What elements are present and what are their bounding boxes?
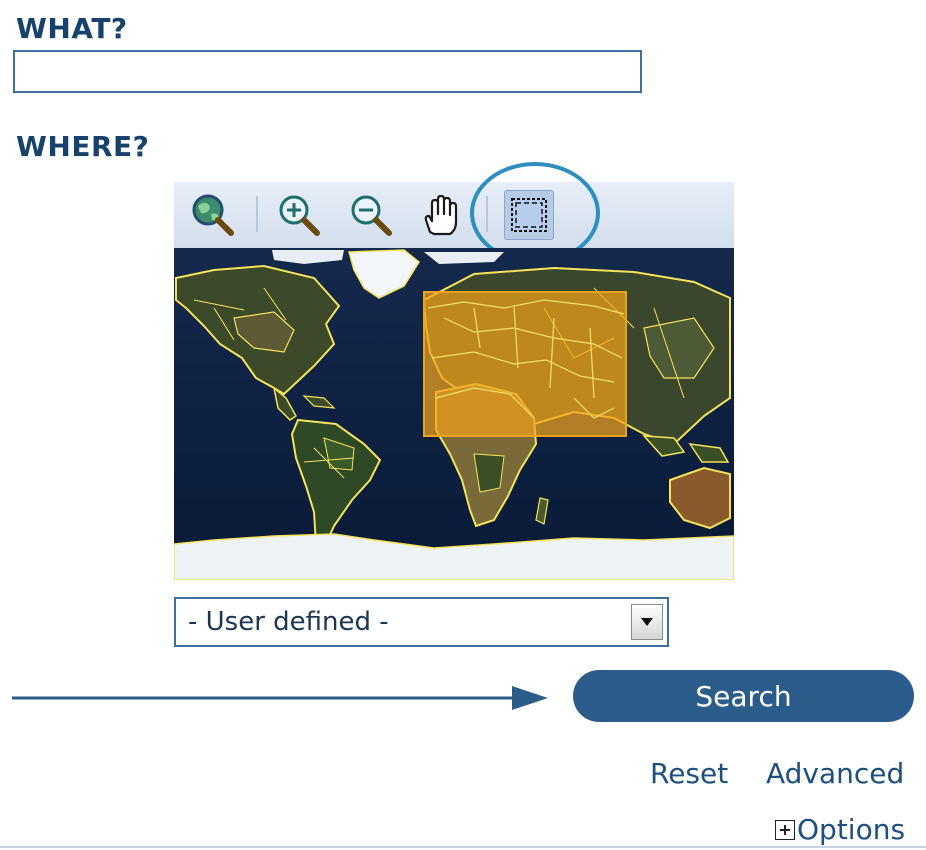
globe-zoom-icon [192,194,234,236]
area-select-value: - User defined - [188,607,389,637]
zoom-in-tool[interactable] [274,190,324,240]
pan-tool[interactable] [416,190,466,240]
world-map-image [174,248,734,580]
select-box-icon [511,198,547,232]
world-map[interactable] [174,248,734,580]
select-box-tool[interactable] [504,190,554,240]
what-label: WHAT? [16,12,128,45]
selected-area[interactable] [423,291,627,437]
arrow-right-icon [12,686,548,710]
options-label: Options [797,813,906,846]
globe-zoom-tool[interactable] [188,190,238,240]
area-select[interactable]: - User defined - [174,597,669,647]
options-toggle[interactable]: Options [775,813,905,846]
search-panel: WHAT? WHERE? - User defined - Search Res… [0,0,926,850]
what-input[interactable] [13,50,642,93]
map-toolbar [174,162,734,264]
zoom-out-tool[interactable] [346,190,396,240]
expand-plus-icon [775,819,795,840]
reset-link[interactable]: Reset [650,757,728,790]
advanced-link[interactable]: Advanced [766,757,904,790]
zoom-out-icon [351,195,392,236]
zoom-in-icon [279,195,320,236]
divider [0,846,926,848]
chevron-down-icon[interactable] [631,604,663,640]
map-widget [174,162,734,580]
search-button[interactable]: Search [573,670,914,722]
where-label: WHERE? [16,130,150,163]
pan-hand-icon [424,194,458,236]
